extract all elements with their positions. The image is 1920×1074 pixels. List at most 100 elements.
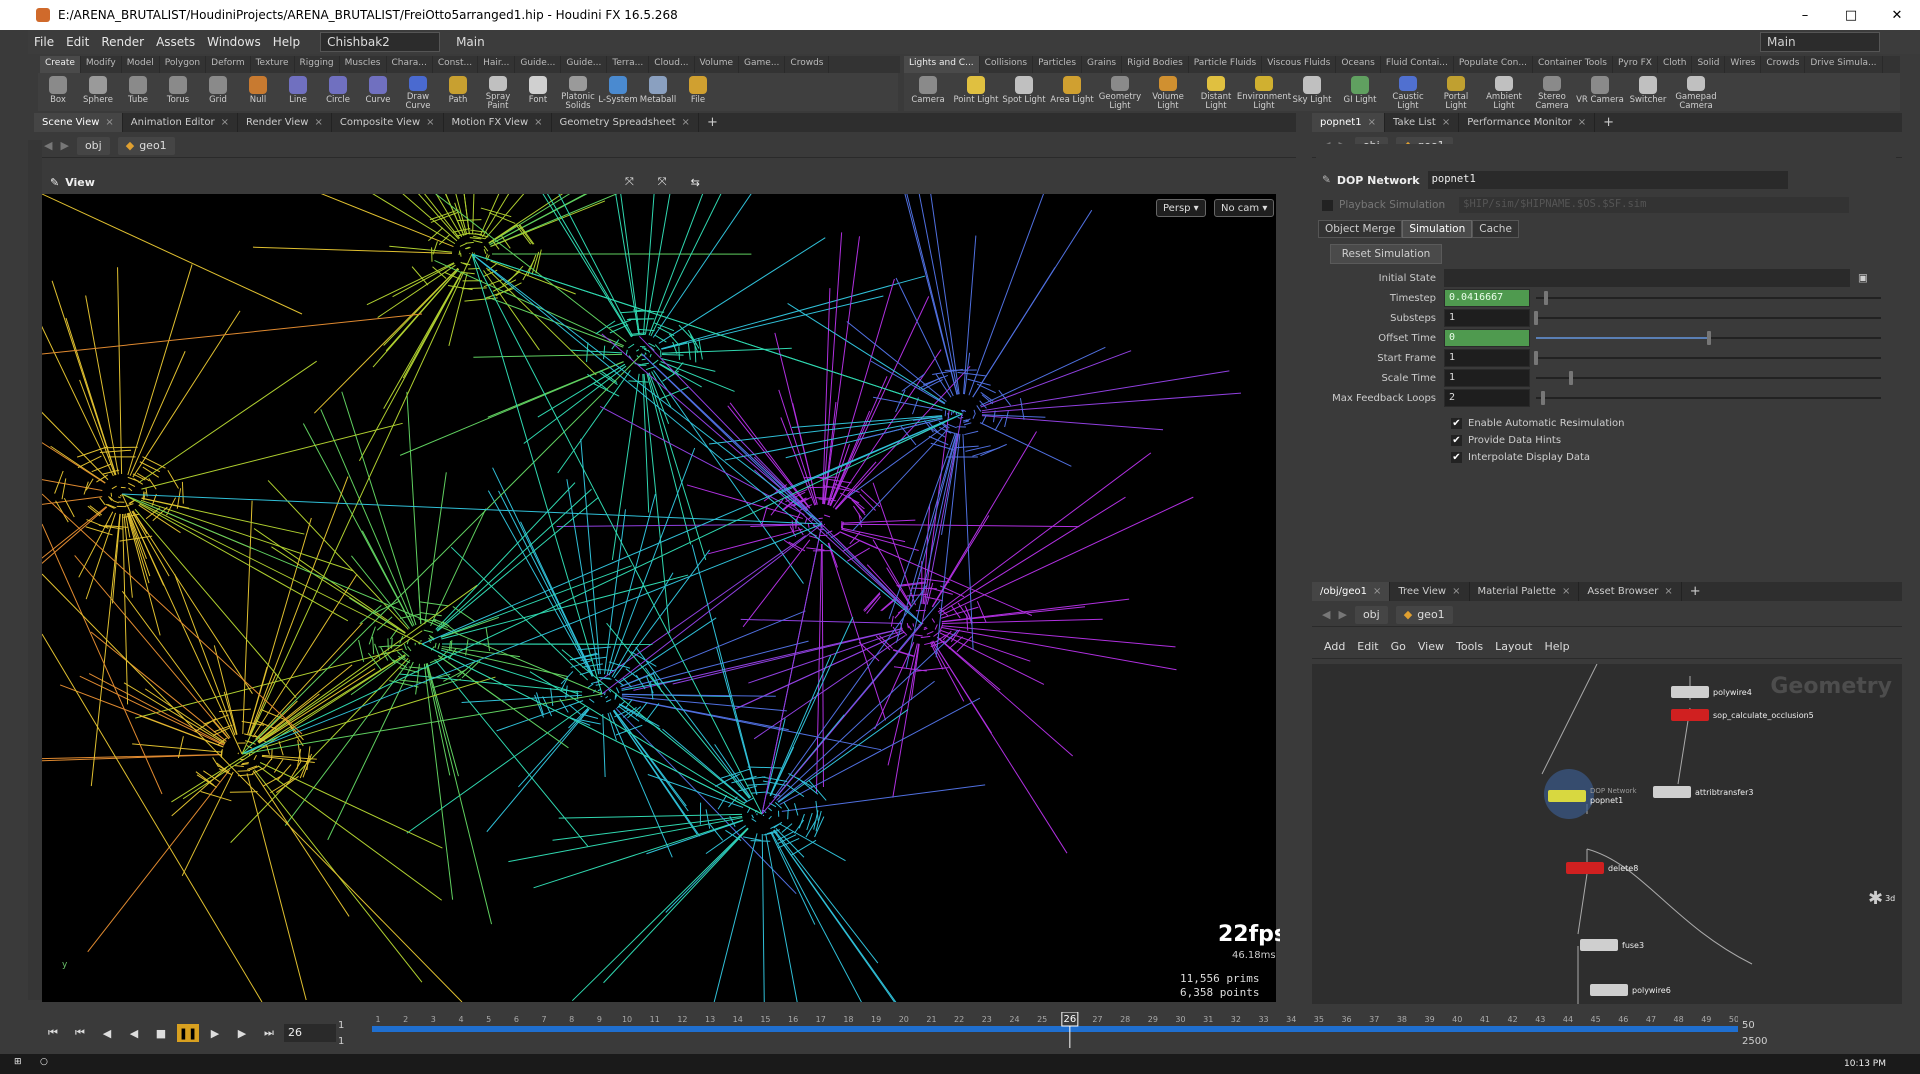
shelf-tab-rigging-6[interactable]: Rigging <box>295 56 340 73</box>
subtab-simulation[interactable]: Simulation <box>1402 220 1473 238</box>
path-root[interactable]: obj <box>1354 605 1388 624</box>
end-frame-global[interactable]: 2500 <box>1742 1034 1767 1050</box>
scene-viewport[interactable] <box>42 194 1276 1002</box>
timeline-range-bar[interactable] <box>372 1026 1738 1032</box>
shelf-tab-cloud-14[interactable]: Cloud... <box>649 56 695 73</box>
tab-popnet1[interactable]: popnet1 × <box>1312 113 1385 132</box>
reset-simulation-button[interactable]: Reset Simulation <box>1330 244 1442 264</box>
node-chooser-icon[interactable]: ▣ <box>1858 272 1868 284</box>
tool-null[interactable]: Null <box>238 73 278 111</box>
play-icon[interactable]: ▶ <box>204 1024 226 1042</box>
pause-icon[interactable]: ❚❚ <box>177 1024 199 1042</box>
check-enable-automatic-resimulation[interactable]: ✔ Enable Automatic Resimulation <box>1451 414 1624 432</box>
shelf-tab-game-16[interactable]: Game... <box>739 56 786 73</box>
tool-gi-light[interactable]: GI Light <box>1336 73 1384 111</box>
tool-platonic-solids[interactable]: Platonic Solids <box>558 73 598 111</box>
shelf-tab-lights-and-c-0[interactable]: Lights and C... <box>904 56 980 73</box>
shelf-tab-guide-11[interactable]: Guide... <box>515 56 562 73</box>
slider-knob[interactable] <box>1534 351 1538 365</box>
close-tab-icon[interactable]: × <box>534 117 542 128</box>
persp-menu[interactable]: Persp ▾ <box>1156 199 1206 217</box>
transform-icon[interactable]: ⇆ <box>691 176 700 189</box>
tab-take-list[interactable]: Take List × <box>1385 113 1460 132</box>
param-field[interactable]: 1 <box>1444 369 1530 387</box>
timeline-ruler[interactable]: 1 2 3 4 5 6 7 8 9 10 11 12 13 14 15 16 17 18 19 20 21 22 23 24 2… <box>372 1012 1738 1048</box>
node-attribtransfer3[interactable]: attribtransfer3 <box>1653 786 1753 798</box>
close-tab-icon[interactable]: × <box>426 117 434 128</box>
tool-vr-camera[interactable]: VR Camera <box>1576 73 1624 111</box>
close-tab-icon[interactable]: × <box>1368 117 1376 128</box>
tool-portal-light[interactable]: Portal Light <box>1432 73 1480 111</box>
shelf-tab-volume-15[interactable]: Volume <box>695 56 740 73</box>
tool-spray-paint[interactable]: Spray Paint <box>478 73 518 111</box>
tool-box[interactable]: Box <box>38 73 78 111</box>
tab-render-view[interactable]: Render View × <box>238 113 332 132</box>
shelf-tab-crowds-15[interactable]: Crowds <box>1761 56 1806 73</box>
param-slider[interactable] <box>1534 309 1881 327</box>
shelf-tab-hair-10[interactable]: Hair... <box>478 56 516 73</box>
close-tab-icon[interactable]: × <box>314 117 322 128</box>
tab-material-palette[interactable]: Material Palette × <box>1470 582 1580 601</box>
add-tab-icon[interactable]: + <box>1690 584 1701 599</box>
tab-animation-editor[interactable]: Animation Editor × <box>123 113 238 132</box>
tab-motion-fx-view[interactable]: Motion FX View × <box>444 113 552 132</box>
net-menu-view[interactable]: View <box>1418 640 1444 653</box>
main-selector[interactable]: Main <box>450 32 563 52</box>
step-forward-icon[interactable]: ▶ <box>231 1024 253 1042</box>
right-desktop-selector[interactable]: Main <box>1760 32 1880 52</box>
tool-distant-light[interactable]: Distant Light <box>1192 73 1240 111</box>
param-slider[interactable] <box>1536 369 1881 387</box>
node-polywire4[interactable]: polywire4 <box>1671 686 1752 698</box>
jump-end-icon[interactable]: ⏭ <box>258 1024 280 1042</box>
node-3d[interactable]: ✱ 3d <box>1868 888 1895 909</box>
current-frame-field[interactable]: 26 <box>284 1024 336 1042</box>
node-sop-calculate-occlusion5[interactable]: sop_calculate_occlusion5 <box>1671 709 1814 721</box>
forward-arrow-icon[interactable]: ▶ <box>60 139 68 152</box>
shelf-tab-texture-5[interactable]: Texture <box>251 56 295 73</box>
shelf-tab-particles-2[interactable]: Particles <box>1033 56 1083 73</box>
handle-icon[interactable]: ⤧ <box>658 175 667 189</box>
shelf-tab-wires-14[interactable]: Wires <box>1725 56 1762 73</box>
menu-edit[interactable]: Edit <box>60 35 95 49</box>
shelf-tab-populate-con-9[interactable]: Populate Con... <box>1454 56 1533 73</box>
shelf-tab-crowds-17[interactable]: Crowds <box>785 56 830 73</box>
step-back-key-icon[interactable]: ⏮ <box>69 1024 91 1042</box>
menu-assets[interactable]: Assets <box>150 35 201 49</box>
tool-torus[interactable]: Torus <box>158 73 198 111</box>
menu-help[interactable]: Help <box>267 35 306 49</box>
close-tab-icon[interactable]: × <box>105 117 113 128</box>
playback-checkbox[interactable] <box>1322 199 1333 211</box>
tool-sky-light[interactable]: Sky Light <box>1288 73 1336 111</box>
back-arrow-icon[interactable]: ◀ <box>1322 608 1330 621</box>
tool-line[interactable]: Line <box>278 73 318 111</box>
close-tab-icon[interactable]: × <box>1442 117 1450 128</box>
node-name-field[interactable]: popnet1 <box>1427 171 1788 189</box>
tool-l-system[interactable]: L-System <box>598 73 638 111</box>
param-field[interactable]: 2 <box>1444 389 1530 407</box>
tab-scene-view[interactable]: Scene View × <box>34 113 123 132</box>
check-interpolate-display-data[interactable]: ✔ Interpolate Display Data <box>1451 448 1590 466</box>
tool-font[interactable]: Font <box>518 73 558 111</box>
shelf-tab-create-0[interactable]: Create <box>40 56 81 73</box>
shelf-tab-fluid-contai-8[interactable]: Fluid Contai... <box>1381 56 1454 73</box>
tool-point-light[interactable]: Point Light <box>952 73 1000 111</box>
forward-arrow-icon[interactable]: ▶ <box>1338 608 1346 621</box>
param-field[interactable]: 0 <box>1444 329 1530 347</box>
tool-draw-curve[interactable]: Draw Curve <box>398 73 438 111</box>
tool-gamepad-camera[interactable]: Gamepad Camera <box>1672 73 1720 111</box>
subtab-object-merge[interactable]: Object Merge <box>1318 220 1403 238</box>
tool-curve[interactable]: Curve <box>358 73 398 111</box>
shelf-tab-terra-13[interactable]: Terra... <box>607 56 650 73</box>
shelf-tab-particle-fluids-5[interactable]: Particle Fluids <box>1189 56 1263 73</box>
check-provide-data-hints[interactable]: ✔ Provide Data Hints <box>1451 431 1561 449</box>
tool-stereo-camera[interactable]: Stereo Camera <box>1528 73 1576 111</box>
param-slider[interactable] <box>1534 349 1881 367</box>
tool-area-light[interactable]: Area Light <box>1048 73 1096 111</box>
close-tab-icon[interactable]: × <box>1452 586 1460 597</box>
tool-tube[interactable]: Tube <box>118 73 158 111</box>
menu-file[interactable]: File <box>28 35 60 49</box>
tool-ambient-light[interactable]: Ambient Light <box>1480 73 1528 111</box>
play-reverse-icon[interactable]: ◀ <box>123 1024 145 1042</box>
param-slider[interactable] <box>1536 389 1881 407</box>
shelf-tab-viscous-fluids-6[interactable]: Viscous Fluids <box>1262 56 1337 73</box>
